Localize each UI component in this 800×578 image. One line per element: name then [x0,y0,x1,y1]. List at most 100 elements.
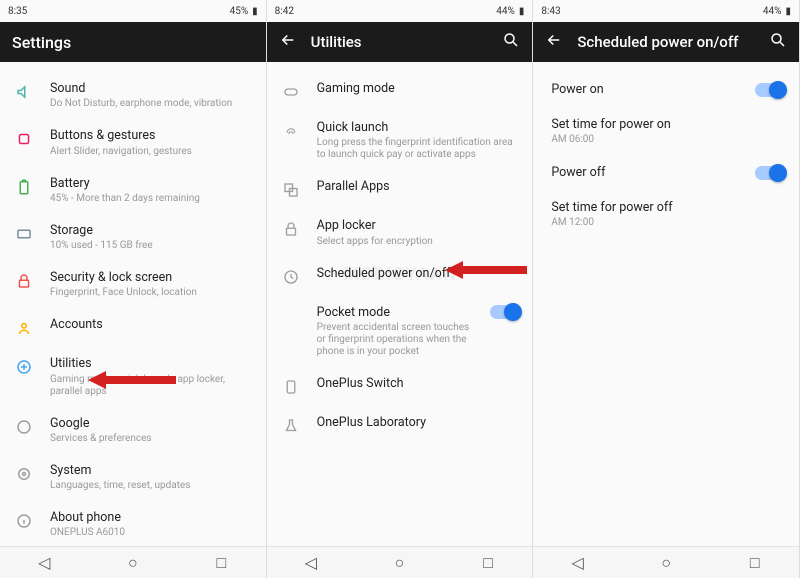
item-subtitle: Fingerprint, Face Unlock, location [50,287,254,299]
nav-home[interactable]: ○ [659,556,673,570]
item-subtitle: AM 12:00 [551,217,785,228]
item-title: Battery [50,176,254,192]
settings-list[interactable]: SoundDo Not Disturb, earphone mode, vibr… [0,62,266,546]
utilities-item-parallel[interactable]: Parallel Apps [267,170,533,209]
item-title: App locker [317,218,521,234]
watermark: MOBIGYAAN [343,264,456,285]
schedule-settings: Power on Set time for power on AM 06:00 P… [533,62,799,546]
power-off-toggle[interactable] [755,166,785,180]
search-icon[interactable] [502,31,520,53]
power-on-toggle[interactable] [755,83,785,97]
settings-item-about[interactable]: About phoneONEPLUS A6010 [0,501,266,546]
status-time: 8:35 [8,6,27,17]
battery-percent: 44% [496,6,515,17]
gaming-icon [281,82,301,102]
page-title: Scheduled power on/off [577,33,755,51]
settings-item-google[interactable]: GoogleServices & preferences [0,407,266,454]
item-title: Storage [50,223,254,239]
item-title: Google [50,416,254,432]
status-bar: 8:35 45% ▮ [0,0,266,22]
utilities-list[interactable]: Gaming mode Quick launchLong press the f… [267,62,533,546]
storage-icon [14,224,34,244]
item-subtitle: Prevent accidental screen touches or fin… [317,322,475,358]
settings-item-storage[interactable]: Storage10% used - 115 GB free [0,214,266,261]
status-time: 8:42 [275,6,294,17]
item-title: Utilities [50,356,254,372]
battery-icon: ▮ [519,6,525,17]
lock-icon [14,271,34,291]
item-subtitle: Do Not Disturb, earphone mode, vibration [50,98,254,110]
nav-back[interactable]: ◁ [304,556,318,570]
item-title: Accounts [50,317,254,333]
switch-icon [281,377,301,397]
item-title: Power on [551,82,755,97]
battery-icon [14,177,34,197]
nav-home[interactable]: ○ [126,556,140,570]
accounts-icon [14,318,34,338]
utilities-item-pocket[interactable]: Pocket modePrevent accidental screen tou… [267,296,533,367]
battery-icon: ▮ [252,6,258,17]
lab-icon [281,416,301,436]
pocket-mode-toggle[interactable] [490,305,520,319]
nav-home[interactable]: ○ [392,556,406,570]
nav-recents[interactable]: □ [748,556,762,570]
settings-item-system[interactable]: SystemLanguages, time, reset, updates [0,454,266,501]
utilities-icon [14,357,34,377]
settings-item-sound[interactable]: SoundDo Not Disturb, earphone mode, vibr… [0,72,266,119]
info-icon [14,511,34,531]
status-right: 44% ▮ [763,6,791,17]
clock-icon [281,267,301,287]
item-subtitle: ONEPLUS A6010 [50,527,254,539]
settings-item-battery[interactable]: Battery45% - More than 2 days remaining [0,167,266,214]
status-bar: 8:42 44% ▮ [267,0,533,22]
item-title: About phone [50,510,254,526]
nav-recents[interactable]: □ [214,556,228,570]
nav-back[interactable]: ◁ [37,556,51,570]
settings-item-buttons[interactable]: Buttons & gesturesAlert Slider, navigati… [0,119,266,166]
utilities-screen: 8:42 44% ▮ Utilities Gaming mode Quick l… [267,0,534,578]
item-title: Gaming mode [317,81,521,97]
search-icon[interactable] [769,31,787,53]
item-subtitle: Select apps for encryption [317,236,521,248]
item-title: Quick launch [317,120,521,136]
utilities-item-switch[interactable]: OnePlus Switch [267,367,533,406]
nav-bar: ◁ ○ □ [533,546,799,578]
item-subtitle: 45% - More than 2 days remaining [50,193,254,205]
power-on-time-row[interactable]: Set time for power on AM 06:00 [533,107,799,155]
app-bar: Scheduled power on/off [533,22,799,62]
nav-bar: ◁ ○ □ [0,546,266,578]
item-title: Set time for power on [551,117,785,132]
google-icon [14,417,34,437]
settings-item-accounts[interactable]: Accounts [0,308,266,347]
page-title: Settings [12,33,254,52]
nav-bar: ◁ ○ □ [267,546,533,578]
item-title: System [50,463,254,479]
nav-back[interactable]: ◁ [571,556,585,570]
status-bar: 8:43 44% ▮ [533,0,799,22]
item-subtitle: Gaming mode, quick launch, app locker, p… [50,374,254,398]
utilities-item-quicklaunch[interactable]: Quick launchLong press the fingerprint i… [267,111,533,170]
power-on-row[interactable]: Power on [533,72,799,107]
item-subtitle: AM 06:00 [551,134,785,145]
settings-item-utilities[interactable]: Utilities Gaming mode, quick launch, app … [0,347,266,406]
power-off-time-row[interactable]: Set time for power off AM 12:00 [533,190,799,238]
item-subtitle: Alert Slider, navigation, gestures [50,146,254,158]
utilities-item-lab[interactable]: OnePlus Laboratory [267,406,533,445]
back-icon[interactable] [545,31,563,53]
settings-item-security[interactable]: Security & lock screenFingerprint, Face … [0,261,266,308]
item-title: Pocket mode [317,305,475,321]
status-time: 8:43 [541,6,560,17]
battery-percent: 44% [763,6,782,17]
status-right: 45% ▮ [230,6,258,17]
item-title: Set time for power off [551,200,785,215]
utilities-item-gaming[interactable]: Gaming mode [267,72,533,111]
back-icon[interactable] [279,31,297,53]
nav-recents[interactable]: □ [481,556,495,570]
utilities-item-applocker[interactable]: App locker Select apps for encryption [267,209,533,256]
item-title: OnePlus Laboratory [317,415,521,431]
lock-icon [281,219,301,239]
item-title: Power off [551,165,755,180]
item-title: Parallel Apps [317,179,521,195]
power-off-row[interactable]: Power off [533,155,799,190]
battery-icon: ▮ [786,6,792,17]
